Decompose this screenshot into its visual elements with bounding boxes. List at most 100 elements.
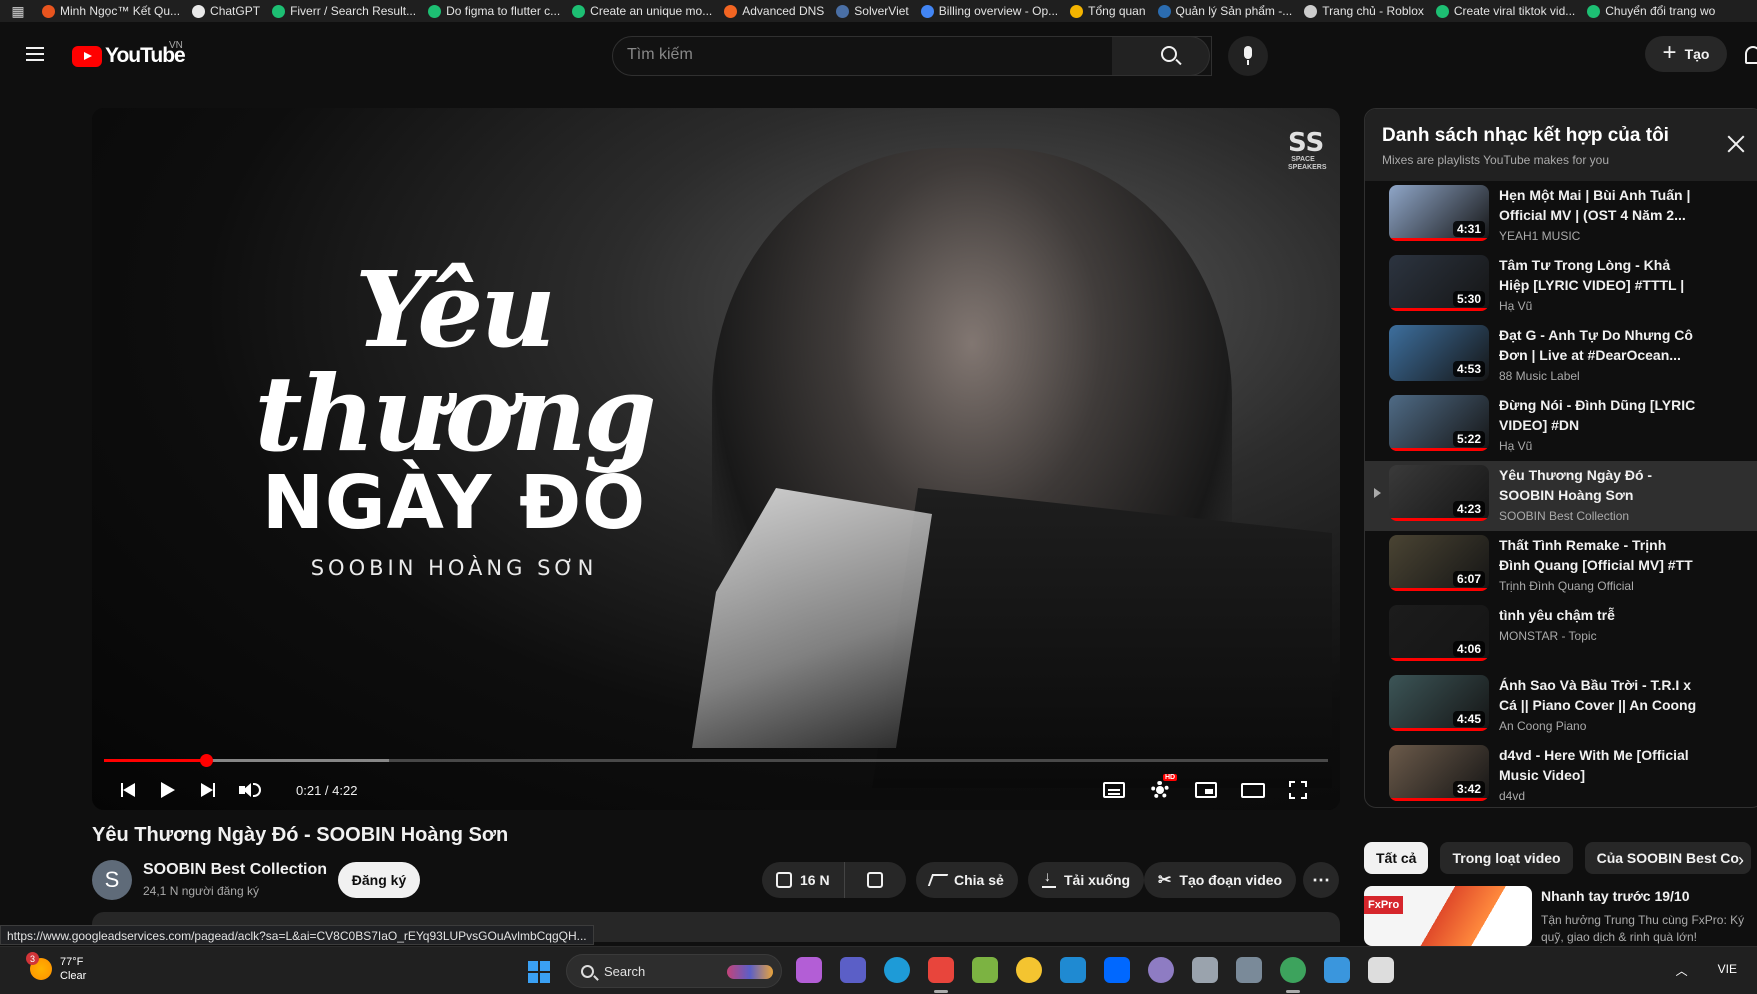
notes-icon[interactable] xyxy=(1324,957,1350,983)
search-input[interactable] xyxy=(627,46,1097,64)
clip-button[interactable]: ✂ Tạo đoạn video xyxy=(1144,862,1297,898)
windows-start-icon[interactable] xyxy=(528,961,550,983)
playlist-item-title[interactable]: tình yêu chậm trễ xyxy=(1499,605,1699,625)
theater-mode-icon[interactable] xyxy=(1239,776,1267,804)
game-icon[interactable] xyxy=(1368,957,1394,983)
playlist-thumbnail[interactable]: 3:42 xyxy=(1389,745,1489,801)
youtube-logo[interactable]: YouTube VN xyxy=(72,40,186,68)
playlist-item[interactable]: 5:22 Đừng Nói - Đình Dũng [LYRIC VIDEO] #… xyxy=(1365,391,1757,461)
playlist-item[interactable]: 3:42 d4vd - Here With Me [Official Music … xyxy=(1365,741,1757,807)
playlist-item-title[interactable]: Ánh Sao Và Bầu Trời - T.R.I x Cá || Pian… xyxy=(1499,675,1699,715)
chrome-icon[interactable] xyxy=(928,957,954,983)
bookmark-item[interactable]: Chuyển đổi trang wo xyxy=(1581,4,1721,18)
settings-icon[interactable] xyxy=(1236,957,1262,983)
playlist-item[interactable]: 5:30 Tâm Tư Trong Lòng - Khả Hiệp [LYRIC … xyxy=(1365,251,1757,321)
playlist-thumbnail[interactable]: 5:22 xyxy=(1389,395,1489,451)
bookmark-item[interactable]: Advanced DNS xyxy=(718,4,830,18)
filter-chip[interactable]: Của SOOBIN Best Co xyxy=(1584,842,1751,874)
fullscreen-icon[interactable] xyxy=(1284,776,1312,804)
playlist-item-title[interactable]: Đừng Nói - Đình Dũng [LYRIC VIDEO] #DN xyxy=(1499,395,1699,435)
playlist-thumbnail[interactable]: 5:30 xyxy=(1389,255,1489,311)
settings-icon[interactable]: HD xyxy=(1146,774,1178,804)
download-button[interactable]: Tải xuống xyxy=(1028,862,1145,898)
zalo-icon[interactable] xyxy=(1104,957,1130,983)
bookmark-item[interactable]: Minh Ngọc™ Kết Qu... xyxy=(36,4,186,18)
playlist-item[interactable]: 4:45 Ánh Sao Và Bầu Trời - T.R.I x Cá || … xyxy=(1365,671,1757,741)
playlist-thumbnail[interactable]: 4:23 xyxy=(1389,465,1489,521)
progress-bar[interactable] xyxy=(104,754,1328,767)
playlist-thumbnail[interactable]: 4:53 xyxy=(1389,325,1489,381)
bookmark-item[interactable]: Trang chủ - Roblox xyxy=(1298,4,1430,18)
close-icon[interactable] xyxy=(1725,133,1747,155)
volume-icon[interactable] xyxy=(236,776,264,804)
watched-progress xyxy=(1389,658,1489,661)
playlist-item[interactable]: 4:23 Yêu Thương Ngày Đó - SOOBIN Hoàng Sơ… xyxy=(1365,461,1757,531)
tray-chevron-icon[interactable]: ︿ xyxy=(1676,962,1688,979)
subtitles-icon[interactable] xyxy=(1100,776,1128,804)
art-artist-name: SOOBIN HOÀNG SƠN xyxy=(310,556,598,580)
filter-chip[interactable]: Trong loạt video xyxy=(1440,842,1573,874)
playlist-thumbnail[interactable]: 4:45 xyxy=(1389,675,1489,731)
scrubber-handle[interactable] xyxy=(199,754,213,767)
miniplayer-icon[interactable] xyxy=(1192,776,1220,804)
playlist-item-title[interactable]: Đạt G - Anh Tự Do Nhưng Cô Đơn | Live at… xyxy=(1499,325,1699,365)
subscribe-button[interactable]: Đăng ký xyxy=(338,862,420,898)
app-icon[interactable] xyxy=(1148,957,1174,983)
bookmark-item[interactable]: SolverViet xyxy=(830,4,914,18)
bookmark-item[interactable]: ChatGPT xyxy=(186,4,266,18)
taskbar-search[interactable]: Search xyxy=(566,954,782,988)
duration-badge: 6:07 xyxy=(1452,571,1485,587)
playlist-item[interactable]: 4:31 Hẹn Một Mai | Bùi Anh Tuấn | Officia… xyxy=(1365,181,1757,251)
playlist-thumbnail[interactable]: 4:31 xyxy=(1389,185,1489,241)
menu-icon[interactable] xyxy=(26,47,44,61)
file-explorer-icon[interactable] xyxy=(1016,957,1042,983)
next-icon[interactable] xyxy=(194,776,222,804)
chevron-right-icon[interactable]: › xyxy=(1738,850,1744,871)
filter-chip[interactable]: Tất cả xyxy=(1364,842,1429,874)
sponsored-ad[interactable]: FxPro Nhanh tay trước 19/10 Tận hưởng Tr… xyxy=(1364,886,1757,946)
chrome-profile-icon[interactable] xyxy=(1280,957,1306,983)
bookmark-item[interactable]: Tổng quan xyxy=(1064,4,1151,18)
voice-search-icon[interactable] xyxy=(1228,36,1268,76)
create-button[interactable]: + Tạo xyxy=(1645,36,1727,72)
play-icon[interactable] xyxy=(154,776,182,804)
ad-title[interactable]: Nhanh tay trước 19/10 xyxy=(1541,888,1689,904)
playlist-item-title[interactable]: Tâm Tư Trong Lòng - Khả Hiệp [LYRIC VIDE… xyxy=(1499,255,1699,295)
ad-thumbnail[interactable]: FxPro xyxy=(1364,886,1532,946)
previous-icon[interactable] xyxy=(114,776,142,804)
more-actions-icon[interactable]: ⋯ xyxy=(1303,862,1339,898)
vscode-icon[interactable] xyxy=(1060,957,1086,983)
chrome-canary-icon[interactable] xyxy=(972,957,998,983)
bookmark-item[interactable]: Create an unique mo... xyxy=(566,4,718,18)
playlist-item[interactable]: 6:07 Thất Tình Remake - Trịnh Đình Quang … xyxy=(1365,531,1757,601)
dislike-button[interactable] xyxy=(853,872,897,888)
playlist-thumbnail[interactable]: 6:07 xyxy=(1389,535,1489,591)
playlist-thumbnail[interactable]: 4:06 xyxy=(1389,605,1489,661)
like-button[interactable]: 16 N xyxy=(762,862,845,898)
playlist-item[interactable]: 4:53 Đạt G - Anh Tự Do Nhưng Cô Đơn | Liv… xyxy=(1365,321,1757,391)
bookmark-item[interactable]: Fiverr / Search Result... xyxy=(266,4,422,18)
channel-avatar[interactable]: S xyxy=(92,860,132,900)
playlist-item-title[interactable]: Thất Tình Remake - Trịnh Đình Quang [Off… xyxy=(1499,535,1699,575)
bookmark-item[interactable]: Create viral tiktok vid... xyxy=(1430,4,1581,18)
weather-widget[interactable]: 3 77°F Clear xyxy=(26,952,86,983)
bookmark-favicon-icon xyxy=(724,4,738,18)
bookmark-item[interactable]: Quản lý Sản phẩm -... xyxy=(1152,4,1299,18)
channel-name[interactable]: SOOBIN Best Collection xyxy=(143,861,327,879)
notepad-icon[interactable] xyxy=(1192,957,1218,983)
video-player[interactable]: Yêu thương NGÀY ĐÓ SOOBIN HOÀNG SƠN SS S… xyxy=(92,108,1340,810)
playlist-item-title[interactable]: d4vd - Here With Me [Official Music Vide… xyxy=(1499,745,1699,785)
apps-grid-icon[interactable]: ▦ xyxy=(0,3,36,20)
teams-icon[interactable] xyxy=(840,957,866,983)
playlist-item[interactable]: 4:06 tình yêu chậm trễ MONSTAR - Topic xyxy=(1365,601,1757,671)
label-text: SPACE SPEAKERS xyxy=(1288,156,1327,171)
playlist-item-title[interactable]: Yêu Thương Ngày Đó - SOOBIN Hoàng Sơn xyxy=(1499,465,1699,505)
playlist-item-title[interactable]: Hẹn Một Mai | Bùi Anh Tuấn | Official MV… xyxy=(1499,185,1699,225)
notifications-icon[interactable] xyxy=(1745,46,1757,64)
bookmark-item[interactable]: Do figma to flutter c... xyxy=(422,4,566,18)
bookmark-item[interactable]: Billing overview - Op... xyxy=(915,4,1064,18)
share-button[interactable]: Chia sẻ xyxy=(916,862,1018,898)
copilot-icon[interactable] xyxy=(796,957,822,983)
language-indicator[interactable]: VIE xyxy=(1718,962,1737,979)
edge-icon[interactable] xyxy=(884,957,910,983)
